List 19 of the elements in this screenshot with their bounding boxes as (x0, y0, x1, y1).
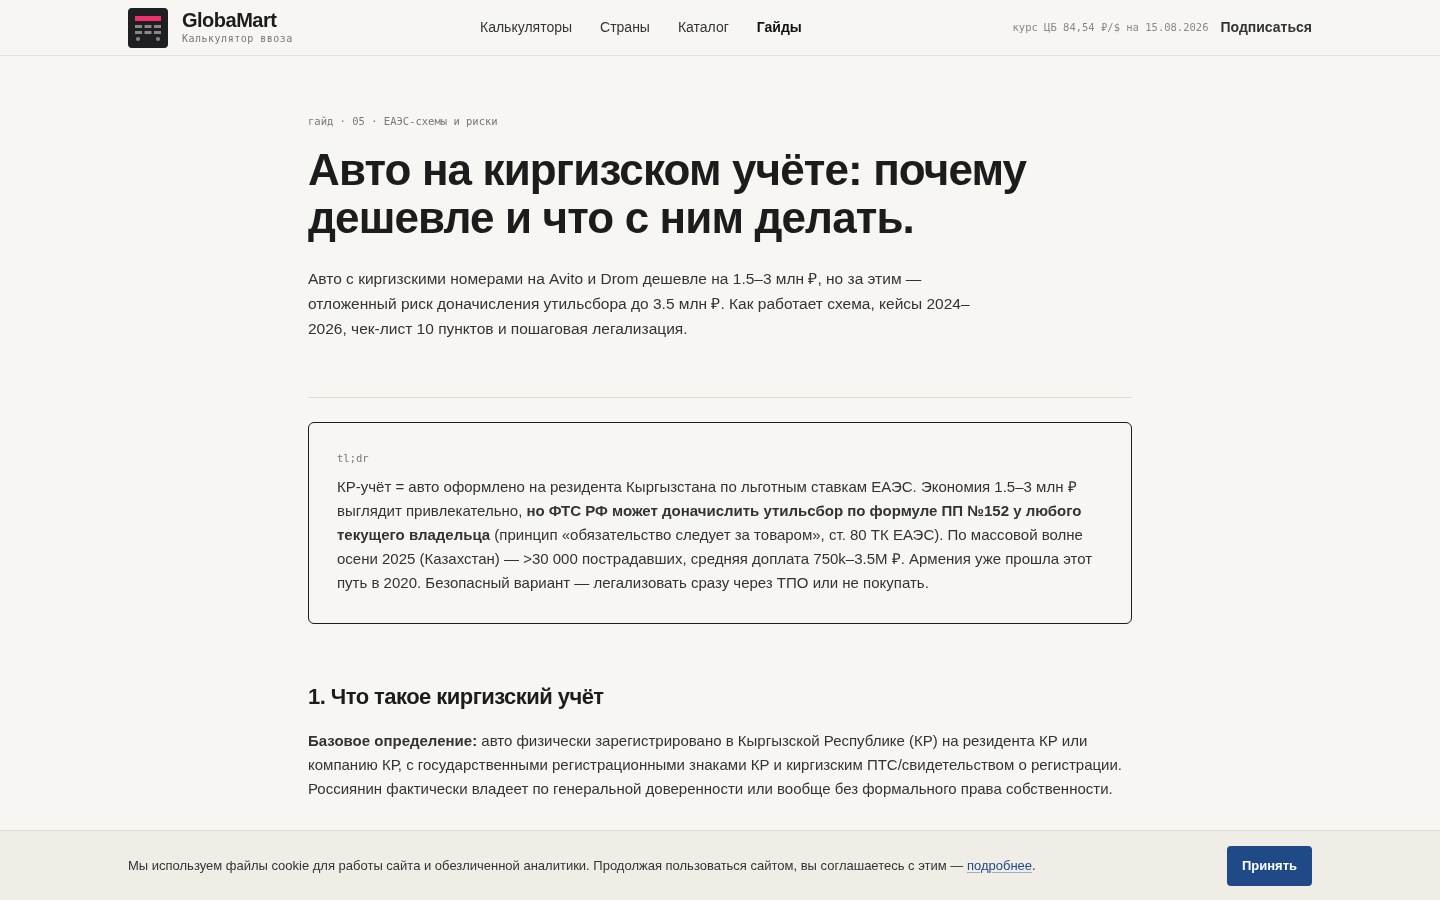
article-title: Авто на киргизском учёте: почему дешевле и что с ним делать. (308, 145, 1028, 242)
brand-name[interactable]: GlobaMart (182, 9, 293, 31)
nav-link[interactable]: Калькуляторы (480, 17, 573, 38)
subscribe-link[interactable]: Подписаться (1220, 17, 1312, 38)
nav-link[interactable]: Каталог (677, 17, 729, 38)
section-heading: 1. Что такое киргизский учёт (308, 682, 605, 711)
article-eyebrow: гайд · 05 · ЕАЭС-схемы и риски (308, 114, 499, 129)
details-link[interactable]: подробнее (966, 857, 1033, 873)
accept-button[interactable]: Принять (1226, 845, 1312, 886)
nav-link[interactable]: Гайды (756, 17, 802, 38)
nav-link[interactable]: Страны (600, 17, 650, 38)
exchange-rate: курс ЦБ 84,54 ₽/$ на 15.08.2026 (1012, 19, 1209, 35)
article-lead: Авто с киргизскими номерами на Avito и Drom дешевле на 1.5–3 млн ₽, но за этим — отложенный риск доначисления утильсбора до 3.5 млн ₽. Как работает схема, кейсы 2024–2026, чек-лист 10 пунктов и пошаговая легализация. (308, 268, 971, 339)
logo-icon (128, 7, 168, 48)
cookie-text: Мы используем файлы cookie для работы сайта и обезличенной аналитики. Продолжая пользоваться сайтом, вы соглашаетесь с этим — подробнее. (128, 856, 1036, 875)
brand-tagline: Калькулятор ввоза (182, 32, 293, 46)
tldr-text: КР-учёт = авто оформлено на резидента Кыргызстана по льготным ставкам ЕАЭС. Экономия 1.5–3 млн ₽ выглядит привлекательно, но ФТС РФ может доначислить утильсбор по формуле ПП №152 у любого текущего владельца (принцип «обязательство следует за товаром», ст. 80 ТК ЕАЭС). По массовой волне осени 2025 (Казахстан) — >30 000 пострадавших, средняя доплата 750k–3.5M ₽. Армения уже прошла этот путь в 2020. Безопасный вариант — легализовать сразу через ТПО или не покупать. (337, 476, 1094, 593)
tldr-label: tl;dr (337, 450, 370, 466)
paragraph: Базовое определение: авто физически зарегистрировано в Кыргызской Республике (КР) на резидента КР или компанию КР, с государственными регистрационными знаками КР и киргизским ПТС/свидетельством о регистрации. Россиянин фактически владеет по генеральной доверенности или вообще без формального права собственности. (308, 730, 1124, 799)
